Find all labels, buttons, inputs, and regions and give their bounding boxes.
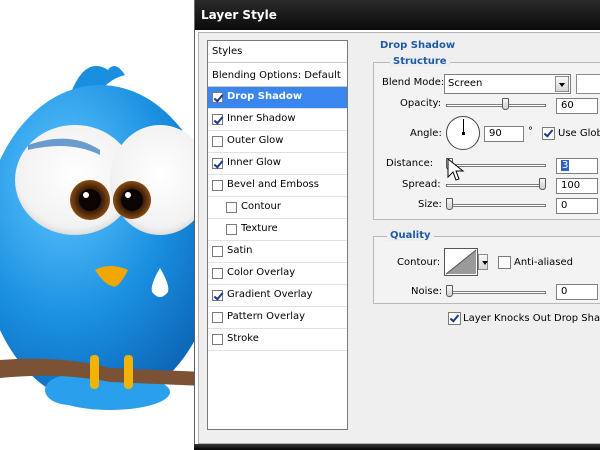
style-item-satin[interactable]: Satin bbox=[208, 241, 347, 263]
style-item-label: Satin bbox=[227, 245, 253, 256]
knockout-label: Layer Knocks Out Drop Shado bbox=[463, 313, 600, 324]
spread-label: Spread: bbox=[402, 179, 441, 190]
style-item-pattern-overlay[interactable]: Pattern Overlay bbox=[208, 307, 347, 329]
blend-mode-select[interactable]: Screen bbox=[444, 74, 571, 94]
anti-aliased-checkbox[interactable] bbox=[498, 256, 511, 269]
opacity-slider[interactable] bbox=[446, 104, 546, 107]
style-item-outer-glow[interactable]: Outer Glow bbox=[208, 131, 347, 153]
use-global-light-checkbox[interactable] bbox=[542, 127, 555, 140]
angle-label: Angle: bbox=[410, 128, 442, 139]
blending-options-item[interactable]: Blending Options: Default bbox=[208, 65, 347, 87]
anti-aliased-label: Anti-aliased bbox=[514, 257, 574, 268]
style-item-inner-shadow[interactable]: Inner Shadow bbox=[208, 109, 347, 131]
size-label: Size: bbox=[418, 199, 442, 210]
style-checkbox[interactable] bbox=[212, 114, 223, 125]
distance-input[interactable]: 3 bbox=[556, 158, 598, 174]
style-checkbox[interactable] bbox=[226, 224, 237, 235]
style-checkbox[interactable] bbox=[212, 246, 223, 257]
noise-slider-thumb[interactable] bbox=[446, 285, 453, 297]
spread-slider[interactable] bbox=[446, 184, 546, 187]
angle-unit: ° bbox=[528, 126, 533, 137]
contour-graph bbox=[445, 249, 477, 275]
style-checkbox[interactable] bbox=[212, 180, 223, 191]
style-item-label: Bevel and Emboss bbox=[227, 179, 319, 190]
style-item-label: Contour bbox=[241, 201, 281, 212]
styles-list: Styles Blending Options: Default Drop Sh… bbox=[207, 40, 348, 430]
style-checkbox[interactable] bbox=[212, 136, 223, 147]
size-input[interactable]: 0 bbox=[556, 198, 598, 214]
style-item-contour[interactable]: Contour bbox=[208, 197, 347, 219]
section-title: Drop Shadow bbox=[380, 40, 456, 51]
styles-header[interactable]: Styles bbox=[208, 41, 347, 63]
style-item-label: Inner Glow bbox=[227, 157, 281, 168]
style-item-drop-shadow[interactable]: Drop Shadow bbox=[208, 87, 347, 109]
opacity-slider-thumb[interactable] bbox=[501, 98, 509, 110]
title-bar[interactable]: Layer Style bbox=[194, 0, 600, 30]
contour-curve-icon[interactable] bbox=[444, 248, 478, 276]
use-global-light-label: Use Globa bbox=[558, 128, 600, 139]
mouse-cursor-icon bbox=[447, 158, 465, 181]
blend-mode-label: Blend Mode: bbox=[382, 77, 445, 88]
bottom-edge bbox=[194, 444, 600, 450]
shadow-color-swatch[interactable] bbox=[576, 74, 600, 94]
style-item-label: Texture bbox=[241, 223, 278, 234]
style-item-label: Drop Shadow bbox=[227, 91, 303, 102]
spread-slider-thumb[interactable] bbox=[539, 178, 546, 190]
style-item-label: Inner Shadow bbox=[227, 113, 296, 124]
window-title: Layer Style bbox=[201, 8, 277, 22]
style-item-gradient-overlay[interactable]: Gradient Overlay bbox=[208, 285, 347, 307]
layer-style-dialog: Layer Style Styles Blending Options: Def… bbox=[194, 0, 600, 450]
knockout-checkbox[interactable] bbox=[448, 312, 461, 325]
angle-dial-icon[interactable] bbox=[446, 116, 480, 150]
style-checkbox[interactable] bbox=[212, 334, 223, 345]
size-slider-thumb[interactable] bbox=[446, 198, 453, 210]
spread-input[interactable]: 100 bbox=[556, 178, 598, 194]
noise-label: Noise: bbox=[411, 286, 443, 297]
style-checkbox[interactable] bbox=[212, 290, 223, 301]
style-checkbox[interactable] bbox=[212, 268, 223, 279]
quality-title: Quality bbox=[387, 230, 434, 241]
style-item-label: Pattern Overlay bbox=[227, 311, 306, 322]
opacity-input[interactable]: 60 bbox=[556, 98, 598, 114]
style-item-label: Color Overlay bbox=[227, 267, 296, 278]
style-checkbox[interactable] bbox=[226, 202, 237, 213]
blend-mode-value: Screen bbox=[448, 78, 483, 89]
style-item-stroke[interactable]: Stroke bbox=[208, 329, 347, 351]
noise-input[interactable]: 0 bbox=[556, 284, 598, 300]
contour-label: Contour: bbox=[397, 257, 441, 268]
distance-value: 3 bbox=[561, 160, 570, 171]
distance-label: Distance: bbox=[386, 158, 434, 169]
contour-dropdown-arrow-icon[interactable] bbox=[478, 254, 488, 270]
style-checkbox[interactable] bbox=[212, 158, 223, 169]
style-item-label: Gradient Overlay bbox=[227, 289, 313, 300]
noise-slider[interactable] bbox=[446, 291, 546, 294]
size-slider[interactable] bbox=[446, 204, 546, 207]
angle-input[interactable]: 90 bbox=[484, 126, 524, 142]
style-item-label: Stroke bbox=[227, 333, 259, 344]
style-item-label: Outer Glow bbox=[227, 135, 284, 146]
style-checkbox[interactable] bbox=[212, 92, 223, 103]
dropdown-arrow-icon[interactable] bbox=[555, 76, 569, 92]
style-item-texture[interactable]: Texture bbox=[208, 219, 347, 241]
style-item-color-overlay[interactable]: Color Overlay bbox=[208, 263, 347, 285]
angle-center bbox=[462, 132, 465, 135]
style-item-bevel-and-emboss[interactable]: Bevel and Emboss bbox=[208, 175, 347, 197]
opacity-label: Opacity: bbox=[400, 98, 442, 109]
structure-title: Structure bbox=[390, 56, 450, 67]
style-checkbox[interactable] bbox=[212, 312, 223, 323]
bird-illustration bbox=[0, 65, 210, 410]
style-item-inner-glow[interactable]: Inner Glow bbox=[208, 153, 347, 175]
